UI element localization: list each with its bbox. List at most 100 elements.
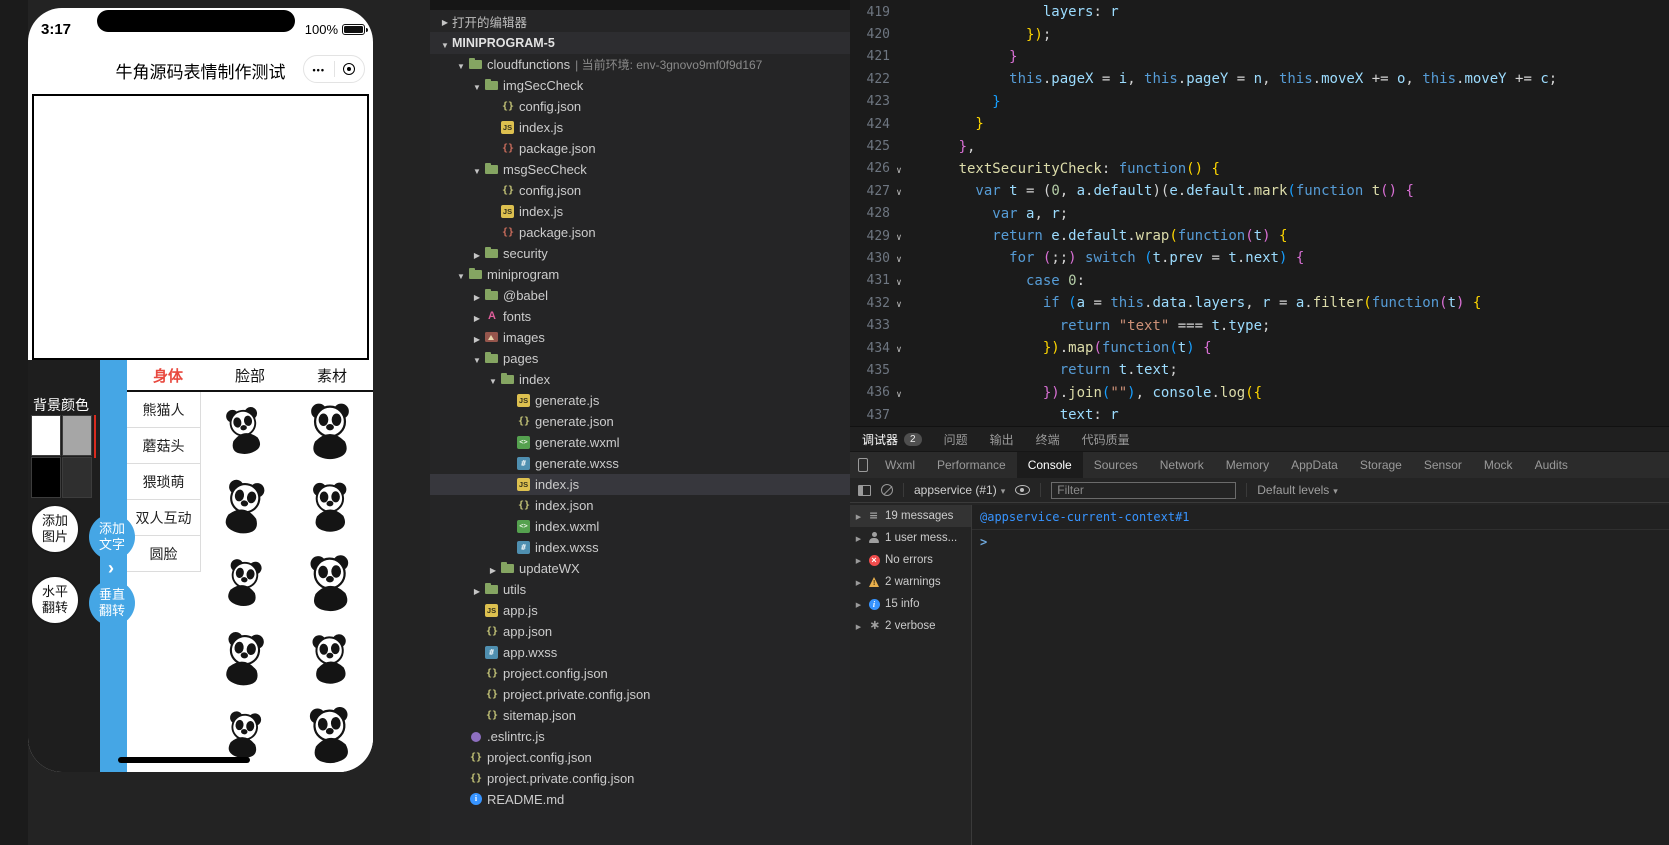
devtools-tab[interactable]: Sources bbox=[1083, 452, 1149, 478]
console-context-link[interactable]: @appservice-current-context#1 bbox=[972, 505, 1669, 530]
tree-item[interactable]: updateWX bbox=[430, 558, 850, 579]
tree-item[interactable]: generate.wxss bbox=[430, 453, 850, 474]
console-filter-row[interactable]: 1 user mess... bbox=[850, 527, 971, 549]
tree-item[interactable]: msgSecCheck bbox=[430, 159, 850, 180]
tree-item[interactable]: app.wxss bbox=[430, 642, 850, 663]
flip-horizontal-button[interactable]: 水平 翻转 bbox=[30, 575, 80, 625]
tree-item[interactable]: config.json bbox=[430, 180, 850, 201]
fold-icon[interactable] bbox=[890, 161, 908, 177]
dock-side-icon[interactable] bbox=[858, 484, 871, 496]
tree-item[interactable]: sitemap.json bbox=[430, 705, 850, 726]
tree-item[interactable]: generate.js bbox=[430, 390, 850, 411]
tree-item[interactable]: index.js bbox=[430, 474, 850, 495]
fold-icon[interactable] bbox=[890, 228, 908, 244]
open-editors-header[interactable]: 打开的编辑器 bbox=[430, 10, 850, 32]
tree-item[interactable]: config.json bbox=[430, 96, 850, 117]
code-line[interactable]: 429 return e.default.wrap(function(t) { bbox=[850, 225, 1669, 247]
add-image-button[interactable]: 添加 图片 bbox=[30, 504, 80, 554]
console-filter-row[interactable]: 2 warnings bbox=[850, 571, 971, 593]
tree-item[interactable]: .eslintrc.js bbox=[430, 726, 850, 747]
filter-input[interactable] bbox=[1051, 481, 1237, 499]
console-prompt[interactable]: > bbox=[972, 530, 1669, 554]
tree-item[interactable]: utils bbox=[430, 579, 850, 600]
eye-icon[interactable] bbox=[1015, 485, 1031, 495]
code-line[interactable]: 432 if (a = this.data.layers, r = a.filte… bbox=[850, 292, 1669, 314]
tree-item[interactable]: index.js bbox=[430, 201, 850, 222]
devtools-tab[interactable]: Console bbox=[1016, 452, 1083, 478]
tree-item[interactable]: fonts bbox=[430, 306, 850, 327]
project-root-header[interactable]: MINIPROGRAM-5 bbox=[430, 32, 850, 54]
tree-item[interactable]: index.wxss bbox=[430, 537, 850, 558]
panel-tab[interactable]: 调试器 2 bbox=[862, 431, 922, 448]
console-filter-row[interactable]: No errors bbox=[850, 549, 971, 571]
tree-item[interactable]: project.private.config.json bbox=[430, 684, 850, 705]
code-line[interactable]: 424} bbox=[850, 113, 1669, 135]
devtools-tab[interactable]: Mock bbox=[1473, 452, 1524, 478]
panel-tab[interactable]: 代码质量 bbox=[1082, 431, 1130, 448]
console-output[interactable]: @appservice-current-context#1 > bbox=[972, 505, 1669, 845]
code-line[interactable]: 434}).map(function(t) { bbox=[850, 337, 1669, 359]
tree-item[interactable]: app.js bbox=[430, 600, 850, 621]
tree-item[interactable]: images bbox=[430, 327, 850, 348]
code-line[interactable]: 437 text: r bbox=[850, 404, 1669, 426]
console-filter-row[interactable]: 15 info bbox=[850, 593, 971, 615]
devtools-tab[interactable]: Memory bbox=[1215, 452, 1280, 478]
fold-icon[interactable] bbox=[890, 385, 908, 401]
code-line[interactable]: 435 return t.text; bbox=[850, 359, 1669, 381]
devtools-tab[interactable]: AppData bbox=[1280, 452, 1349, 478]
tree-item[interactable]: app.json bbox=[430, 621, 850, 642]
devtools-tab[interactable]: Network bbox=[1149, 452, 1215, 478]
add-text-button[interactable]: 添加 文字 bbox=[89, 514, 135, 560]
devtools-tab[interactable]: Sensor bbox=[1413, 452, 1473, 478]
panel-tab[interactable]: 终端 bbox=[1036, 431, 1060, 448]
tree-item[interactable]: README.md bbox=[430, 789, 850, 810]
fold-icon[interactable] bbox=[890, 183, 908, 199]
tree-item[interactable]: cloudfunctions | 当前环境: env-3gnovo9mf0f9d1… bbox=[430, 54, 850, 75]
code-line[interactable]: 433 return "text" === t.type; bbox=[850, 314, 1669, 336]
code-line[interactable]: 427 var t = (0, a.default)(e.default.mark… bbox=[850, 180, 1669, 202]
tree-item[interactable]: project.private.config.json bbox=[430, 768, 850, 789]
fold-icon[interactable] bbox=[890, 250, 908, 266]
tree-item[interactable]: imgSecCheck bbox=[430, 75, 850, 96]
code-line[interactable]: 425}, bbox=[850, 135, 1669, 157]
code-editor[interactable]: 419 layers: r 420}); 421} 422 this.pageX = i,… bbox=[850, 0, 1669, 426]
code-line[interactable]: 421} bbox=[850, 46, 1669, 68]
fold-icon[interactable] bbox=[890, 295, 908, 311]
devtools-tab[interactable]: Performance bbox=[926, 452, 1017, 478]
panel-tab[interactable]: 输出 bbox=[990, 431, 1014, 448]
context-selector[interactable]: appservice (#1) bbox=[914, 483, 1005, 497]
code-line[interactable]: 430 for (;;) switch (t.prev = t.next) { bbox=[850, 247, 1669, 269]
tree-item[interactable]: project.config.json bbox=[430, 663, 850, 684]
tree-item[interactable]: package.json bbox=[430, 138, 850, 159]
tree-item[interactable]: index bbox=[430, 369, 850, 390]
tree-item[interactable]: index.js bbox=[430, 117, 850, 138]
panel-tab[interactable]: 问题 bbox=[944, 431, 968, 448]
tree-item[interactable]: project.config.json bbox=[430, 747, 850, 768]
devtools-tab[interactable]: Storage bbox=[1349, 452, 1413, 478]
code-line[interactable]: 436}).join(""), console.log({ bbox=[850, 382, 1669, 404]
log-levels-dropdown[interactable]: Default levels bbox=[1257, 483, 1338, 497]
tree-item[interactable]: generate.wxml bbox=[430, 432, 850, 453]
code-line[interactable]: 422 this.pageX = i, this.pageY = n, this.… bbox=[850, 68, 1669, 90]
code-line[interactable]: 423} bbox=[850, 91, 1669, 113]
clear-console-icon[interactable] bbox=[881, 484, 893, 496]
console-filter-row[interactable]: 2 verbose bbox=[850, 615, 971, 637]
code-line[interactable]: 428 var a, r; bbox=[850, 203, 1669, 225]
fold-icon[interactable] bbox=[890, 273, 908, 289]
code-line[interactable]: 420}); bbox=[850, 23, 1669, 45]
devtools-tab[interactable]: Audits bbox=[1524, 452, 1579, 478]
device-toolbar-icon[interactable] bbox=[858, 458, 868, 472]
tree-item[interactable]: generate.json bbox=[430, 411, 850, 432]
code-line[interactable]: 431 case 0: bbox=[850, 270, 1669, 292]
fold-icon[interactable] bbox=[890, 340, 908, 356]
tree-item[interactable]: security bbox=[430, 243, 850, 264]
tree-item[interactable]: index.json bbox=[430, 495, 850, 516]
tree-item[interactable]: pages bbox=[430, 348, 850, 369]
tree-item[interactable]: miniprogram bbox=[430, 264, 850, 285]
tree-item[interactable]: package.json bbox=[430, 222, 850, 243]
devtools-tab[interactable]: Wxml bbox=[874, 452, 926, 478]
flip-vertical-button[interactable]: 垂直 翻转 bbox=[89, 580, 135, 626]
tree-item[interactable]: @babel bbox=[430, 285, 850, 306]
console-filter-row[interactable]: 19 messages bbox=[850, 505, 971, 527]
code-line[interactable]: 419 layers: r bbox=[850, 1, 1669, 23]
